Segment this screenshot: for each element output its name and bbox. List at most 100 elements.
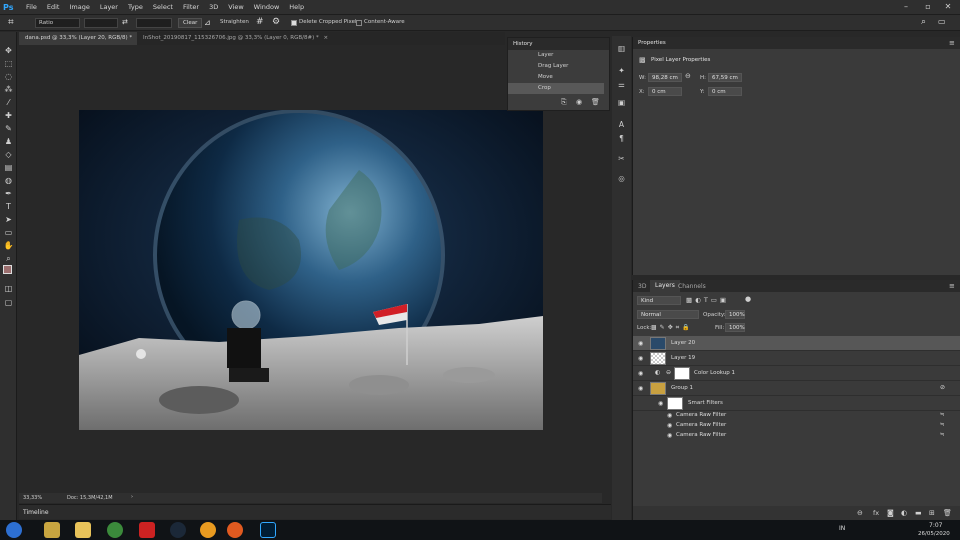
sliders-icon[interactable]: ⚌ <box>616 80 627 90</box>
filter-name[interactable]: Camera Raw Filter <box>676 422 726 428</box>
timeline-tab[interactable]: Timeline <box>23 509 49 516</box>
blend-mode-select[interactable]: Normal <box>637 310 699 319</box>
layer-row[interactable]: ◉ ◐ ⊖ Color Lookup 1 <box>633 366 960 381</box>
history-item-selected[interactable]: Crop <box>508 83 604 94</box>
tab-dana-psd[interactable]: dana.psd @ 33,3% (Layer 20, RGB/8) * × <box>19 32 137 54</box>
filter-options-icon[interactable]: ≒ <box>940 422 945 428</box>
menu-window[interactable]: Window <box>249 0 285 14</box>
folder-icon[interactable]: ▬ <box>915 509 922 517</box>
x-field[interactable]: 0 cm <box>648 87 682 96</box>
filter-options-icon[interactable]: ≒ <box>940 432 945 438</box>
content-aware-checkbox[interactable] <box>356 20 362 26</box>
filter-row[interactable]: ◉ Camera Raw Filter ≒ <box>633 411 960 421</box>
fx-icon[interactable]: fx <box>873 509 879 517</box>
tool-presets-icon[interactable]: ✂ <box>616 154 627 164</box>
file-explorer-icon[interactable] <box>75 522 91 538</box>
trash-icon[interactable]: 🗑 <box>591 98 600 106</box>
layer-name[interactable]: Group 1 <box>671 385 693 391</box>
filter-name[interactable]: Camera Raw Filter <box>676 432 726 438</box>
pen-tool-icon[interactable]: ✒ <box>3 189 14 199</box>
eye-icon[interactable]: ◉ <box>667 422 672 429</box>
search-icon[interactable]: ⌕ <box>921 17 926 27</box>
quick-mask-icon[interactable]: ◫ <box>3 284 14 294</box>
y-field[interactable]: 0 cm <box>708 87 742 96</box>
new-doc-from-state-icon[interactable]: ⎘ <box>561 98 567 107</box>
layer-row[interactable]: ◉ Group 1 ⊘ <box>633 381 960 396</box>
menu-edit[interactable]: Edit <box>42 0 65 14</box>
layer-row[interactable]: ◉ Smart Filters <box>633 396 960 411</box>
hand-tool-icon[interactable]: ✋ <box>3 241 14 251</box>
crop-tool-icon[interactable]: ⌗ <box>8 17 14 28</box>
adjustment-layer-icon[interactable]: ◐ <box>901 509 907 517</box>
filter-toggle-icon[interactable]: ● <box>745 295 751 303</box>
menu-image[interactable]: Image <box>64 0 94 14</box>
app-icon[interactable] <box>139 522 155 538</box>
lock-icons[interactable]: ▩✎✥⌗🔒 <box>651 324 693 332</box>
browser-icon[interactable] <box>107 522 123 538</box>
brush-tool-icon[interactable]: ✎ <box>3 124 14 134</box>
maximize-button[interactable]: ▫ <box>920 0 936 14</box>
history-item[interactable]: Move <box>508 72 604 83</box>
close-tab-icon[interactable]: × <box>324 35 329 41</box>
tab-layers[interactable]: Layers <box>650 280 680 292</box>
opacity-field[interactable]: 100% <box>725 310 745 319</box>
lasso-tool-icon[interactable]: ◌ <box>3 72 14 82</box>
trash-icon[interactable]: 🗑 <box>943 509 952 517</box>
workspace-icon[interactable]: ▭ <box>938 17 946 26</box>
eye-icon[interactable]: ◉ <box>638 355 643 362</box>
doc-size[interactable]: Doc: 15,3M/42,1M <box>67 495 113 501</box>
filter-icons[interactable]: ▩◐T▭▣ <box>686 296 729 304</box>
minimize-button[interactable]: – <box>898 0 914 14</box>
steam-icon[interactable] <box>170 522 186 538</box>
eye-icon[interactable]: ◉ <box>658 400 663 407</box>
h-field[interactable]: 67,59 cm <box>708 73 742 82</box>
filter-row[interactable]: ◉ Camera Raw Filter ≒ <box>633 421 960 431</box>
eye-icon[interactable]: ◉ <box>638 370 643 377</box>
tab-3d[interactable]: 3D <box>638 283 646 290</box>
fill-field[interactable]: 100% <box>725 323 745 332</box>
filter-row[interactable]: ◉ Camera Raw Filter ≒ <box>633 431 960 441</box>
zoom-tool-icon[interactable]: ⌕ <box>3 254 14 264</box>
layer-row[interactable]: ◉ Layer 19 <box>633 351 960 366</box>
overlay-grid-icon[interactable]: # <box>256 17 264 27</box>
healing-brush-tool-icon[interactable]: ✚ <box>3 111 14 121</box>
history-item[interactable]: Drag Layer <box>508 61 604 72</box>
w-field[interactable]: 98,28 cm <box>648 73 682 82</box>
tab-channels[interactable]: Channels <box>678 283 706 290</box>
type-tool-icon[interactable]: T <box>3 202 14 212</box>
status-arrow-icon[interactable]: › <box>131 494 133 500</box>
add-mask-icon[interactable]: ◙ <box>887 509 894 517</box>
clock-time[interactable]: 7:07 <box>929 522 942 529</box>
gradient-tool-icon[interactable]: ▤ <box>3 163 14 173</box>
filter-options-icon[interactable]: ≒ <box>940 412 945 418</box>
eraser-tool-icon[interactable]: ◇ <box>3 150 14 160</box>
panel-menu-icon[interactable]: ≡ <box>949 39 955 47</box>
filter-name[interactable]: Camera Raw Filter <box>676 412 726 418</box>
menu-3d[interactable]: 3D <box>204 0 223 14</box>
menu-select[interactable]: Select <box>148 0 178 14</box>
shape-tool-icon[interactable]: ▭ <box>3 228 14 238</box>
ratio-select[interactable]: Ratio <box>35 18 80 28</box>
start-button[interactable] <box>6 522 22 538</box>
clock-date[interactable]: 26/05/2020 <box>918 531 950 537</box>
panel-menu-icon[interactable]: ≡ <box>949 282 955 290</box>
layer-name[interactable]: Color Lookup 1 <box>694 370 735 376</box>
path-select-tool-icon[interactable]: ➤ <box>3 215 14 225</box>
language-indicator[interactable]: IN <box>839 525 845 532</box>
eye-icon[interactable]: ◉ <box>638 385 643 392</box>
snapshot-icon[interactable]: ◉ <box>576 98 582 106</box>
app-icon[interactable] <box>44 522 60 538</box>
gear-icon[interactable]: ⚙ <box>272 17 280 27</box>
paragraph-icon[interactable]: ¶ <box>616 134 627 144</box>
history-panel-icon[interactable]: ▥ <box>616 44 627 54</box>
menu-layer[interactable]: Layer <box>95 0 123 14</box>
libraries-icon[interactable]: ▣ <box>616 98 627 108</box>
marquee-tool-icon[interactable]: ⬚ <box>3 59 14 69</box>
menu-view[interactable]: View <box>223 0 248 14</box>
history-item[interactable]: Layer <box>508 50 604 61</box>
layer-name[interactable]: Layer 20 <box>671 340 695 346</box>
link-icon[interactable]: ⊖ <box>685 72 691 80</box>
firefox-icon[interactable] <box>227 522 243 538</box>
stamp-tool-icon[interactable]: ♟ <box>3 137 14 147</box>
creative-cloud-icon[interactable]: ◎ <box>616 174 627 184</box>
